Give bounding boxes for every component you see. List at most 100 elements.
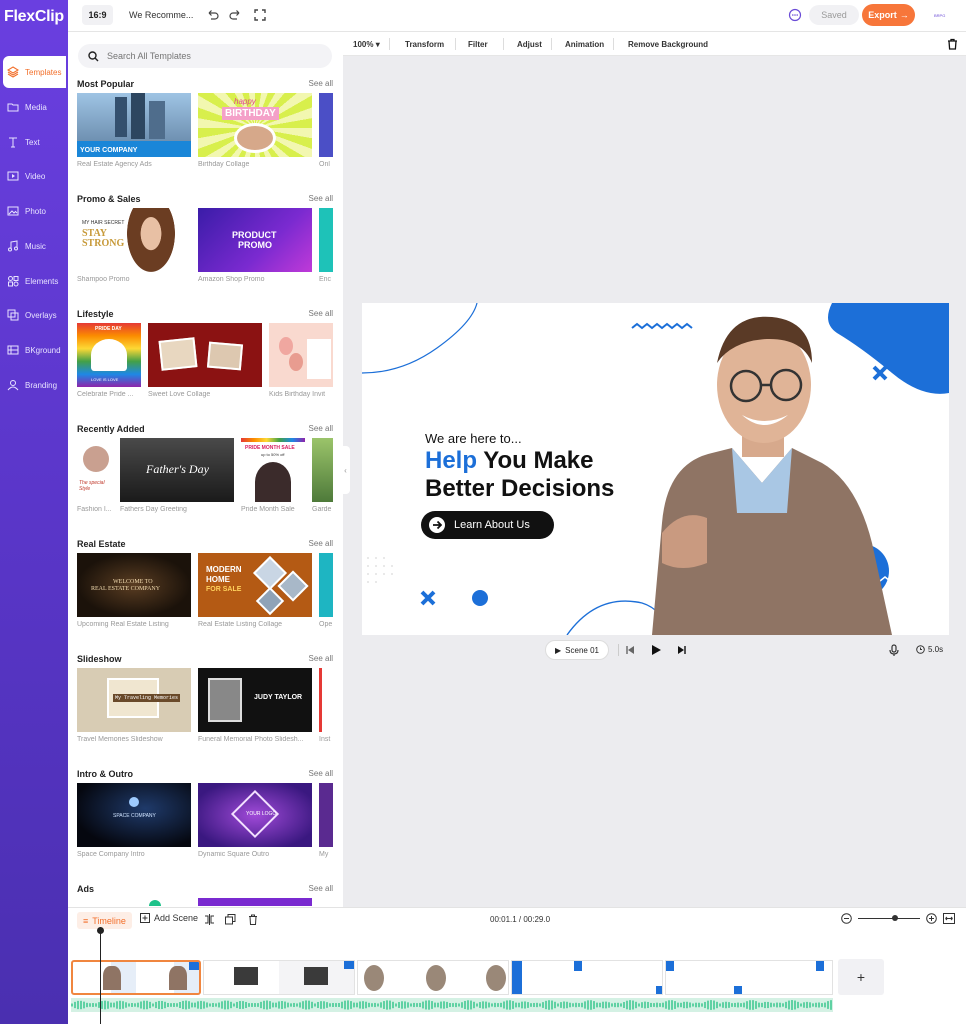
add-scene-button[interactable]: Add Scene xyxy=(140,913,198,923)
microphone-icon[interactable] xyxy=(889,644,899,656)
redo-icon[interactable] xyxy=(228,8,242,22)
skip-forward-icon[interactable] xyxy=(677,645,687,655)
template-thumb[interactable]: JUDY TAYLOR xyxy=(198,668,312,732)
skip-back-icon[interactable] xyxy=(625,645,635,655)
remove-background-button[interactable]: Remove Background xyxy=(628,40,708,49)
audio-waveform[interactable] xyxy=(71,998,833,1012)
split-icon[interactable] xyxy=(204,914,215,925)
aspect-ratio-button[interactable]: 16:9 xyxy=(82,5,113,25)
fit-width-icon[interactable] xyxy=(943,913,955,924)
template-thumb[interactable]: The special Style xyxy=(77,438,113,502)
zoom-select[interactable]: 100% ▾ xyxy=(353,40,380,49)
template-thumb[interactable] xyxy=(319,208,333,272)
scene-selector[interactable]: ▶ Scene 01 xyxy=(545,640,609,660)
zoom-slider-knob[interactable] xyxy=(892,915,898,921)
scene-duration[interactable]: 5.0s xyxy=(916,645,943,654)
template-thumb[interactable]: Father's Day xyxy=(120,438,234,502)
transform-button[interactable]: Transform xyxy=(405,40,444,49)
export-label: Export xyxy=(868,10,897,20)
user-avatar[interactable]: BRPG xyxy=(934,13,945,18)
layers-icon xyxy=(7,66,19,78)
see-all-link[interactable]: See all xyxy=(309,79,333,88)
collapse-panel-button[interactable]: ‹ xyxy=(341,446,350,494)
scene-clip[interactable] xyxy=(71,960,201,995)
see-all-link[interactable]: See all xyxy=(309,194,333,203)
template-thumb[interactable] xyxy=(77,898,191,906)
thumb-text: happy xyxy=(234,97,256,106)
see-all-link[interactable]: See all xyxy=(309,309,333,318)
nav-background[interactable]: BKground xyxy=(3,334,66,366)
template-thumb[interactable] xyxy=(319,93,333,157)
see-all-link[interactable]: See all xyxy=(309,884,333,893)
template-thumb[interactable] xyxy=(319,783,333,847)
nav-video[interactable]: Video xyxy=(3,160,66,192)
template-thumb[interactable] xyxy=(319,668,333,732)
nav-photo[interactable]: Photo xyxy=(3,195,66,227)
project-title[interactable]: We Recomme... xyxy=(129,10,193,20)
template-thumb[interactable] xyxy=(148,323,262,387)
scene-clip[interactable] xyxy=(203,960,355,995)
template-thumb[interactable]: happy BIRTHDAY xyxy=(198,93,312,157)
scene-clip[interactable] xyxy=(665,960,833,995)
see-all-link[interactable]: See all xyxy=(309,654,333,663)
canvas-cta-button[interactable]: Learn About Us xyxy=(421,511,554,539)
template-thumb[interactable] xyxy=(319,553,333,617)
canvas-headline-line2[interactable]: Better Decisions xyxy=(425,475,614,502)
thumb-text: The special Style xyxy=(79,480,105,492)
template-thumb[interactable]: MY HAIR SECRET STAY STRONG xyxy=(77,208,191,272)
export-button[interactable]: Export → xyxy=(862,4,915,26)
playhead-handle[interactable] xyxy=(97,927,104,934)
text-icon xyxy=(9,137,17,148)
template-thumb[interactable]: PRODUCT PROMO xyxy=(198,208,312,272)
video-canvas[interactable]: We are here to... Help You Make Better D… xyxy=(362,303,949,635)
see-all-link[interactable]: See all xyxy=(309,769,333,778)
scene-clip[interactable] xyxy=(357,960,509,995)
nav-overlays[interactable]: Overlays xyxy=(3,299,66,331)
scene-clip[interactable] xyxy=(511,960,663,995)
template-thumb[interactable]: YOUR COMPANY xyxy=(77,93,191,157)
template-thumb[interactable] xyxy=(198,898,312,906)
filter-button[interactable]: Filter xyxy=(468,40,488,49)
thumb-text: REAL ESTATE COMPANY xyxy=(91,586,161,592)
zoom-out-icon[interactable] xyxy=(841,913,852,924)
nav-media[interactable]: Media xyxy=(3,91,66,123)
playhead[interactable] xyxy=(100,927,101,1024)
template-thumb[interactable]: PRIDE MONTH SALE up to 50% off xyxy=(241,438,305,502)
zoom-slider[interactable] xyxy=(858,915,920,921)
scene-label: Scene 01 xyxy=(565,645,599,655)
trash-icon[interactable] xyxy=(947,38,958,50)
canvas-text-line1[interactable]: We are here to... xyxy=(425,431,522,446)
fullscreen-icon[interactable] xyxy=(253,8,267,22)
template-thumb[interactable]: WELCOME TO REAL ESTATE COMPANY xyxy=(77,553,191,617)
add-scene-plus-button[interactable]: + xyxy=(838,959,884,995)
template-thumb[interactable]: MODERN HOME FOR SALE xyxy=(198,553,312,617)
template-thumb[interactable]: PRIDE DAY LOVE IS LOVE xyxy=(77,323,141,387)
animation-button[interactable]: Animation xyxy=(565,40,604,49)
duplicate-icon[interactable] xyxy=(225,914,236,925)
timeline-zoom[interactable] xyxy=(841,913,955,924)
delete-icon[interactable] xyxy=(248,914,258,925)
chat-icon[interactable] xyxy=(788,8,802,22)
template-thumb[interactable]: My Traveling Memories xyxy=(77,668,191,732)
divider xyxy=(389,38,390,50)
adjust-button[interactable]: Adjust xyxy=(517,40,542,49)
nav-music[interactable]: Music xyxy=(3,230,66,262)
zoom-in-icon[interactable] xyxy=(926,913,937,924)
play-icon[interactable] xyxy=(650,644,662,656)
see-all-link[interactable]: See all xyxy=(309,539,333,548)
nav-templates[interactable]: Templates xyxy=(3,56,66,88)
canvas-headline[interactable]: Help You Make xyxy=(425,447,594,474)
template-thumb[interactable] xyxy=(312,438,333,502)
undo-icon[interactable] xyxy=(206,8,220,22)
search-bar[interactable] xyxy=(78,44,332,68)
template-thumb[interactable] xyxy=(269,323,333,387)
nav-text[interactable]: Text xyxy=(3,126,66,158)
nav-branding[interactable]: Branding xyxy=(3,369,66,401)
nav-elements[interactable]: Elements xyxy=(3,265,66,297)
tab-timeline[interactable]: ≡ Timeline xyxy=(77,912,132,929)
template-thumb[interactable]: SPACE COMPANY xyxy=(77,783,191,847)
top-bar: 16:9 We Recomme... Saved Export → BRPG xyxy=(68,0,966,32)
template-thumb[interactable]: YOUR LOGO xyxy=(198,783,312,847)
see-all-link[interactable]: See all xyxy=(309,424,333,433)
search-input[interactable] xyxy=(107,51,307,61)
